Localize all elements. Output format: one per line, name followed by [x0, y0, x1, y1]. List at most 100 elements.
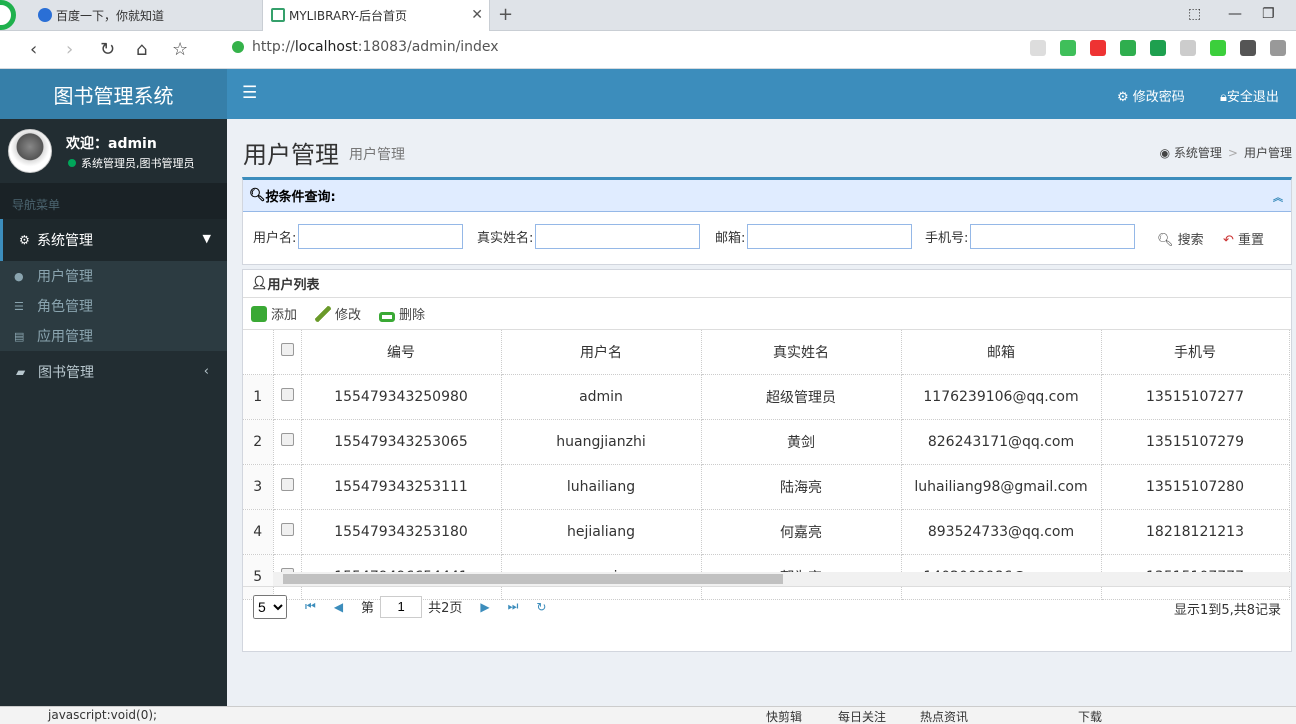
undo-icon[interactable]: [1270, 40, 1286, 56]
headphones-icon[interactable]: [1240, 40, 1256, 56]
delete-button[interactable]: 删除: [379, 304, 425, 323]
add-icon: [251, 306, 267, 322]
checkbox[interactable]: [280, 388, 294, 401]
delete-label: 删除: [399, 308, 426, 323]
edit-button[interactable]: 修改: [315, 304, 361, 323]
restore-icon[interactable]: ❐: [1262, 6, 1275, 22]
cell-id: 155479343250980: [301, 374, 502, 420]
cell-id: 155479343253111: [301, 464, 502, 510]
first-page-icon[interactable]: ⏮: [305, 599, 316, 614]
address-bar[interactable]: http://localhost:18083/admin/index: [232, 39, 499, 55]
minimize-icon[interactable]: —: [1228, 6, 1242, 22]
breadcrumb-item[interactable]: 系统管理: [1174, 146, 1222, 160]
row-checkbox-cell[interactable]: [273, 419, 302, 465]
home-icon[interactable]: ⌂: [136, 39, 147, 60]
sidebar-item-roles[interactable]: ☰ 角色管理: [0, 291, 227, 321]
checkbox[interactable]: [280, 343, 294, 357]
online-status-icon: [68, 159, 76, 167]
status-item[interactable]: 热点资讯: [920, 708, 968, 724]
status-item[interactable]: 快剪辑: [766, 708, 802, 724]
table-row[interactable]: 1 155479343250980 admin 超级管理员 1176239106…: [243, 374, 1290, 420]
collapse-icon[interactable]: ︽: [1273, 189, 1283, 204]
tab-mylibrary[interactable]: MYLIBRARY-后台首页 ✕: [262, 0, 490, 31]
prev-page-icon[interactable]: ◀: [334, 600, 343, 614]
back-icon[interactable]: ‹: [30, 39, 37, 60]
select-all-checkbox[interactable]: [273, 330, 302, 375]
row-checkbox-cell[interactable]: [273, 509, 302, 555]
close-tab-icon[interactable]: ✕: [471, 7, 483, 23]
page-title: 用户管理: [243, 141, 339, 169]
cell-email: 826243171@qq.com: [901, 419, 1102, 465]
cell-phone: 13515107277: [1101, 374, 1290, 420]
add-button[interactable]: 添加: [251, 304, 297, 323]
cell-username: admin: [501, 374, 702, 420]
scrollbar-thumb[interactable]: [283, 574, 783, 584]
app-icon[interactable]: [1150, 40, 1166, 56]
sidebar-menu-system[interactable]: ⚙ 系统管理 ▼: [0, 219, 227, 261]
lightning-icon[interactable]: [1060, 40, 1076, 56]
checkbox[interactable]: [280, 523, 294, 536]
column-header[interactable]: 用户名: [501, 330, 702, 375]
extension-icons: [1030, 40, 1286, 56]
phone-input[interactable]: [970, 224, 1136, 249]
refresh-icon[interactable]: ↻: [536, 600, 546, 614]
page-number-input[interactable]: [380, 595, 423, 618]
forward-icon[interactable]: ›: [66, 39, 73, 60]
chevron-left-icon: ‹: [203, 364, 209, 379]
table-row[interactable]: 4 155479343253180 hejialiang 何嘉亮 8935247…: [243, 509, 1290, 555]
horizontal-scrollbar[interactable]: [273, 572, 1291, 586]
grid-title-text: 用户列表: [267, 278, 320, 293]
change-password-link[interactable]: ⚙ 修改密码: [1117, 86, 1185, 105]
page-size-select[interactable]: 5: [253, 594, 287, 619]
email-input[interactable]: [747, 224, 913, 249]
status-item[interactable]: 每日关注: [838, 708, 886, 724]
checkbox[interactable]: [280, 478, 294, 491]
sidebar-item-apps[interactable]: ▤ 应用管理: [0, 321, 227, 351]
table-row[interactable]: 3 155479343253111 luhailiang 陆海亮 luhaili…: [243, 464, 1290, 510]
reload-icon[interactable]: ↻: [100, 39, 115, 60]
row-checkbox-cell[interactable]: [273, 374, 302, 420]
sidebar-item-users[interactable]: ● 用户管理: [0, 261, 227, 291]
row-number: 4: [243, 509, 274, 555]
scissors-icon[interactable]: [1090, 40, 1106, 56]
url-host: localhost: [294, 39, 358, 55]
search-button-label: 搜索: [1177, 233, 1204, 248]
next-page-icon[interactable]: ▶: [480, 600, 489, 614]
reset-button[interactable]: ↶ 重置: [1223, 229, 1264, 248]
row-checkbox-cell[interactable]: [273, 464, 302, 510]
logout-label: 安全退出: [1226, 90, 1279, 105]
user-icon: ●: [14, 269, 24, 283]
star-icon[interactable]: ☆: [172, 39, 188, 60]
welcome-text: 欢迎：admin: [66, 136, 157, 152]
share-icon[interactable]: [1030, 40, 1046, 56]
status-item[interactable]: 下载: [1078, 708, 1102, 724]
column-header[interactable]: 手机号: [1101, 330, 1290, 375]
shirt-icon[interactable]: ⬚: [1188, 6, 1201, 22]
brand-logo[interactable]: 图书管理系统: [0, 69, 227, 119]
column-header[interactable]: 编号: [301, 330, 502, 375]
grid-toolbar: 添加 修改 删除: [243, 298, 1291, 330]
realname-input[interactable]: [535, 224, 701, 249]
search-button[interactable]: 🔍︎ 搜索: [1157, 229, 1204, 248]
table-row[interactable]: 2 155479343253065 huangjianzhi 黄剑 826243…: [243, 419, 1290, 465]
column-header[interactable]: 真实姓名: [701, 330, 902, 375]
breadcrumb-separator: >: [1227, 146, 1238, 160]
edit-label: 修改: [335, 308, 362, 323]
column-header[interactable]: 邮箱: [901, 330, 1102, 375]
sidebar-menu-books[interactable]: ▰ 图书管理 ‹: [0, 351, 227, 393]
cell-username: hejialiang: [501, 509, 702, 555]
sidebar-item-label: 用户管理: [37, 269, 93, 285]
battery-icon[interactable]: [1210, 40, 1226, 56]
shield-icon[interactable]: [1120, 40, 1136, 56]
chevron-down-icon: ▼: [202, 232, 211, 245]
cell-realname: 黄剑: [701, 419, 902, 465]
grid-icon[interactable]: [1180, 40, 1196, 56]
checkbox[interactable]: [280, 433, 294, 446]
last-page-icon[interactable]: ⏭: [508, 599, 519, 614]
sidebar-toggle-icon[interactable]: ☰: [242, 83, 257, 103]
tab-baidu[interactable]: 百度一下，你就知道: [0, 0, 262, 31]
logout-link[interactable]: 🔒︎安全退出: [1220, 86, 1279, 105]
username-input[interactable]: [298, 224, 464, 249]
app-header: 图书管理系统 ☰ ⚙ 修改密码 🔒︎安全退出: [0, 69, 1296, 119]
new-tab-button[interactable]: +: [498, 4, 513, 25]
